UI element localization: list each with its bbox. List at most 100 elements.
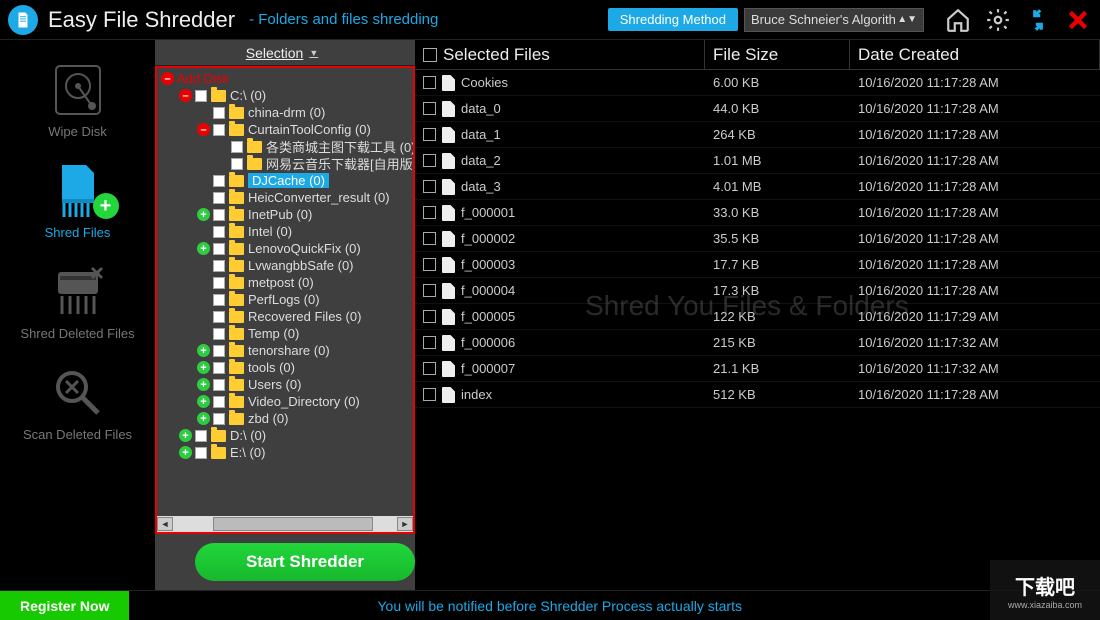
row-checkbox[interactable] bbox=[423, 206, 436, 219]
tree-horizontal-scrollbar[interactable]: ◄ ► bbox=[157, 516, 413, 532]
tree-checkbox[interactable] bbox=[213, 328, 225, 340]
scroll-thumb[interactable] bbox=[213, 517, 373, 531]
table-row[interactable]: data_34.01 MB10/16/2020 11:17:28 AM bbox=[415, 174, 1100, 200]
expand-icon[interactable]: + bbox=[197, 208, 210, 221]
tree-node[interactable]: +E:\ (0) bbox=[157, 444, 413, 461]
scroll-left-arrow-icon[interactable]: ◄ bbox=[157, 517, 173, 531]
expand-icon[interactable]: + bbox=[197, 412, 210, 425]
column-header-size[interactable]: File Size bbox=[705, 40, 850, 69]
home-icon[interactable] bbox=[944, 6, 972, 34]
tree-checkbox[interactable] bbox=[231, 158, 243, 170]
tree-node[interactable]: 各类商城主图下载工具 (0) bbox=[157, 138, 413, 155]
expand-icon[interactable]: + bbox=[197, 242, 210, 255]
shredding-method-select[interactable]: Bruce Schneier's Algorith ▲▼ bbox=[744, 8, 924, 32]
table-row[interactable]: f_00000721.1 KB10/16/2020 11:17:32 AM bbox=[415, 356, 1100, 382]
tree-node[interactable]: +tools (0) bbox=[157, 359, 413, 376]
start-shredder-button[interactable]: Start Shredder bbox=[195, 543, 415, 581]
tree-node[interactable]: china-drm (0) bbox=[157, 104, 413, 121]
tree-node[interactable]: Recovered Files (0) bbox=[157, 308, 413, 325]
gear-icon[interactable] bbox=[984, 6, 1012, 34]
expand-icon[interactable]: + bbox=[179, 446, 192, 459]
scroll-right-arrow-icon[interactable]: ► bbox=[397, 517, 413, 531]
row-checkbox[interactable] bbox=[423, 154, 436, 167]
column-header-date[interactable]: Date Created bbox=[850, 40, 1100, 69]
expand-icon[interactable]: + bbox=[179, 429, 192, 442]
tree-checkbox[interactable] bbox=[213, 413, 225, 425]
tree-checkbox[interactable] bbox=[231, 141, 243, 153]
sidebar-item-wipe-disk[interactable]: Wipe Disk bbox=[13, 54, 143, 149]
row-checkbox[interactable] bbox=[423, 284, 436, 297]
tree-checkbox[interactable] bbox=[213, 124, 225, 136]
table-row[interactable]: data_1264 KB10/16/2020 11:17:28 AM bbox=[415, 122, 1100, 148]
table-row[interactable]: data_21.01 MB10/16/2020 11:17:28 AM bbox=[415, 148, 1100, 174]
table-row[interactable]: index512 KB10/16/2020 11:17:28 AM bbox=[415, 382, 1100, 408]
tree-node[interactable]: +InetPub (0) bbox=[157, 206, 413, 223]
tree-checkbox[interactable] bbox=[195, 90, 207, 102]
table-row[interactable]: f_000006215 KB10/16/2020 11:17:32 AM bbox=[415, 330, 1100, 356]
tree-node[interactable]: Temp (0) bbox=[157, 325, 413, 342]
table-row[interactable]: Cookies6.00 KB10/16/2020 11:17:28 AM bbox=[415, 70, 1100, 96]
tree-add-disk[interactable]: –Add Disk bbox=[157, 70, 413, 87]
tree-checkbox[interactable] bbox=[213, 226, 225, 238]
tree-node[interactable]: DJCache (0) bbox=[157, 172, 413, 189]
tree-node[interactable]: PerfLogs (0) bbox=[157, 291, 413, 308]
table-row[interactable]: f_00000317.7 KB10/16/2020 11:17:28 AM bbox=[415, 252, 1100, 278]
row-checkbox[interactable] bbox=[423, 76, 436, 89]
row-checkbox[interactable] bbox=[423, 232, 436, 245]
row-checkbox[interactable] bbox=[423, 362, 436, 375]
minimize-icon[interactable] bbox=[1024, 6, 1052, 34]
tree-checkbox[interactable] bbox=[213, 209, 225, 221]
tree-checkbox[interactable] bbox=[213, 243, 225, 255]
selection-header[interactable]: Selection ▼ bbox=[155, 40, 415, 66]
tree-checkbox[interactable] bbox=[213, 311, 225, 323]
row-checkbox[interactable] bbox=[423, 102, 436, 115]
tree-node[interactable]: Intel (0) bbox=[157, 223, 413, 240]
expand-icon[interactable]: + bbox=[197, 361, 210, 374]
table-row[interactable]: data_044.0 KB10/16/2020 11:17:28 AM bbox=[415, 96, 1100, 122]
tree-node[interactable]: +zbd (0) bbox=[157, 410, 413, 427]
tree-checkbox[interactable] bbox=[213, 379, 225, 391]
close-icon[interactable] bbox=[1064, 6, 1092, 34]
collapse-icon[interactable]: – bbox=[161, 72, 174, 85]
row-checkbox[interactable] bbox=[423, 180, 436, 193]
sidebar-item-shred-files[interactable]: + Shred Files bbox=[13, 155, 143, 250]
tree-checkbox[interactable] bbox=[213, 345, 225, 357]
tree-node[interactable]: +tenorshare (0) bbox=[157, 342, 413, 359]
table-row[interactable]: f_000005122 KB10/16/2020 11:17:29 AM bbox=[415, 304, 1100, 330]
column-header-name[interactable]: Selected Files bbox=[415, 40, 705, 69]
collapse-icon[interactable]: – bbox=[179, 89, 192, 102]
tree-checkbox[interactable] bbox=[213, 294, 225, 306]
tree-node[interactable]: +D:\ (0) bbox=[157, 427, 413, 444]
row-checkbox[interactable] bbox=[423, 388, 436, 401]
row-checkbox[interactable] bbox=[423, 258, 436, 271]
expand-icon[interactable]: + bbox=[197, 395, 210, 408]
tree-checkbox[interactable] bbox=[195, 430, 207, 442]
collapse-icon[interactable]: – bbox=[197, 123, 210, 136]
table-row[interactable]: f_00000417.3 KB10/16/2020 11:17:28 AM bbox=[415, 278, 1100, 304]
select-all-checkbox[interactable] bbox=[423, 48, 437, 62]
tree-checkbox[interactable] bbox=[195, 447, 207, 459]
tree-checkbox[interactable] bbox=[213, 260, 225, 272]
sidebar-item-scan-deleted[interactable]: Scan Deleted Files bbox=[13, 357, 143, 452]
tree-node[interactable]: –CurtainToolConfig (0) bbox=[157, 121, 413, 138]
tree-node[interactable]: 网易云音乐下载器[自用版 bbox=[157, 155, 413, 172]
tree-node[interactable]: LvwangbbSafe (0) bbox=[157, 257, 413, 274]
tree-node[interactable]: –C:\ (0) bbox=[157, 87, 413, 104]
expand-icon[interactable]: + bbox=[197, 378, 210, 391]
tree-checkbox[interactable] bbox=[213, 277, 225, 289]
sidebar-item-shred-deleted[interactable]: Shred Deleted Files bbox=[13, 256, 143, 351]
table-row[interactable]: f_00000235.5 KB10/16/2020 11:17:28 AM bbox=[415, 226, 1100, 252]
tree-node[interactable]: HeicConverter_result (0) bbox=[157, 189, 413, 206]
tree-node[interactable]: +Users (0) bbox=[157, 376, 413, 393]
register-now-button[interactable]: Register Now bbox=[0, 591, 129, 620]
expand-icon[interactable]: + bbox=[197, 344, 210, 357]
row-checkbox[interactable] bbox=[423, 336, 436, 349]
tree-node[interactable]: +LenovoQuickFix (0) bbox=[157, 240, 413, 257]
tree-checkbox[interactable] bbox=[213, 362, 225, 374]
row-checkbox[interactable] bbox=[423, 310, 436, 323]
tree-checkbox[interactable] bbox=[213, 396, 225, 408]
tree-checkbox[interactable] bbox=[213, 192, 225, 204]
tree-checkbox[interactable] bbox=[213, 175, 225, 187]
tree-checkbox[interactable] bbox=[213, 107, 225, 119]
table-row[interactable]: f_00000133.0 KB10/16/2020 11:17:28 AM bbox=[415, 200, 1100, 226]
